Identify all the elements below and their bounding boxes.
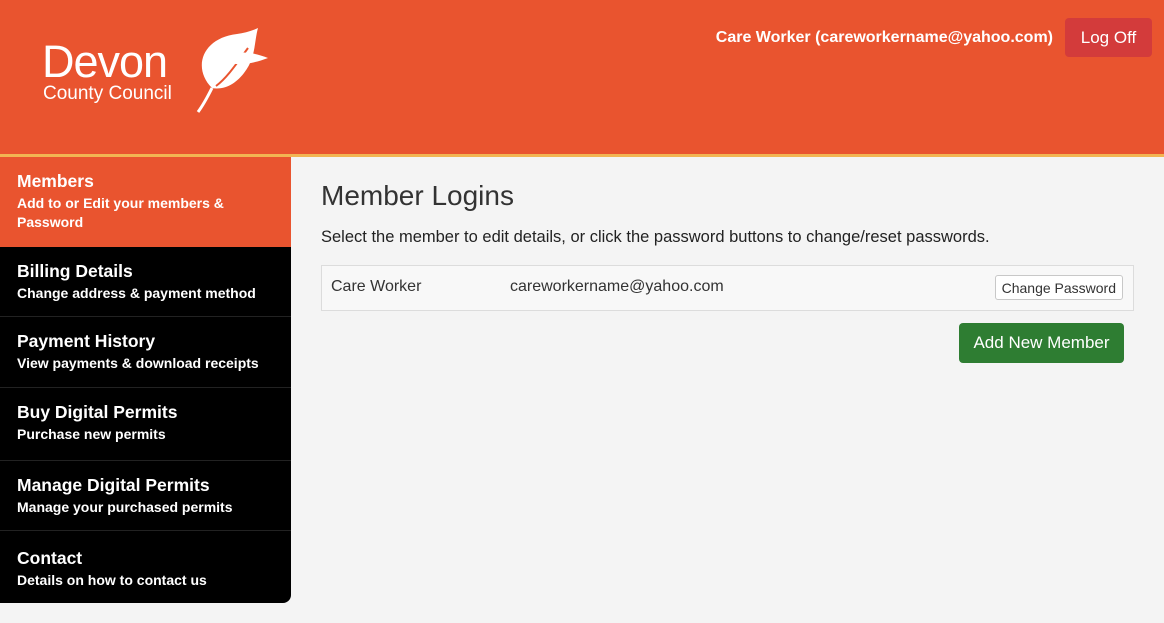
sidebar-item-billing-details[interactable]: Billing Details Change address & payment… xyxy=(0,247,291,317)
sidebar-item-title: Buy Digital Permits xyxy=(17,402,178,422)
page-title: Member Logins xyxy=(321,180,514,211)
sidebar-item-buy-digital-permits[interactable]: Buy Digital Permits Purchase new permits xyxy=(0,388,291,461)
sidebar-item-contact[interactable]: Contact Details on how to contact us xyxy=(0,531,291,603)
sidebar-item-title: Payment History xyxy=(17,331,156,351)
log-off-button[interactable]: Log Off xyxy=(1065,18,1152,57)
sidebar-item-members[interactable]: Members Add to or Edit your members & Pa… xyxy=(0,157,291,247)
member-name: Care Worker xyxy=(331,278,422,295)
sidebar-item-subtitle: Details on how to contact us xyxy=(17,572,207,588)
leaf-icon xyxy=(196,28,268,113)
main-content: Member Logins Select the member to edit … xyxy=(321,180,1134,363)
logo-council-text: County Council xyxy=(43,83,172,104)
sidebar-item-manage-digital-permits[interactable]: Manage Digital Permits Manage your purch… xyxy=(0,461,291,531)
sidebar-item-title: Contact xyxy=(17,548,83,568)
site-header: Devon County Council Care Worker (carewo… xyxy=(0,0,1164,157)
sidebar-nav: Members Add to or Edit your members & Pa… xyxy=(0,157,291,603)
sidebar-item-subtitle: Change address & payment method xyxy=(17,285,256,301)
logged-in-user: Care Worker (careworkername@yahoo.com) xyxy=(715,29,1053,46)
sidebar-item-title: Billing Details xyxy=(17,261,133,281)
member-email: careworkername@yahoo.com xyxy=(510,278,724,295)
change-password-button[interactable]: Change Password xyxy=(994,275,1123,300)
devon-county-council-logo[interactable]: Devon County Council xyxy=(40,28,280,118)
member-row[interactable]: Care Worker careworkername@yahoo.com Cha… xyxy=(321,265,1134,311)
sidebar-item-subtitle: Manage your purchased permits xyxy=(17,499,233,515)
sidebar-item-subtitle: Add to or Edit your members & Password xyxy=(17,195,224,230)
logo-devon-text: Devon xyxy=(42,36,168,87)
sidebar-item-subtitle: Purchase new permits xyxy=(17,426,166,442)
sidebar-item-title: Manage Digital Permits xyxy=(17,475,210,495)
sidebar-item-payment-history[interactable]: Payment History View payments & download… xyxy=(0,317,291,388)
sidebar-item-subtitle: View payments & download receipts xyxy=(17,355,259,371)
sidebar-item-title: Members xyxy=(17,171,94,191)
add-new-member-button[interactable]: Add New Member xyxy=(959,323,1124,363)
page-instructions: Select the member to edit details, or cl… xyxy=(321,228,990,246)
